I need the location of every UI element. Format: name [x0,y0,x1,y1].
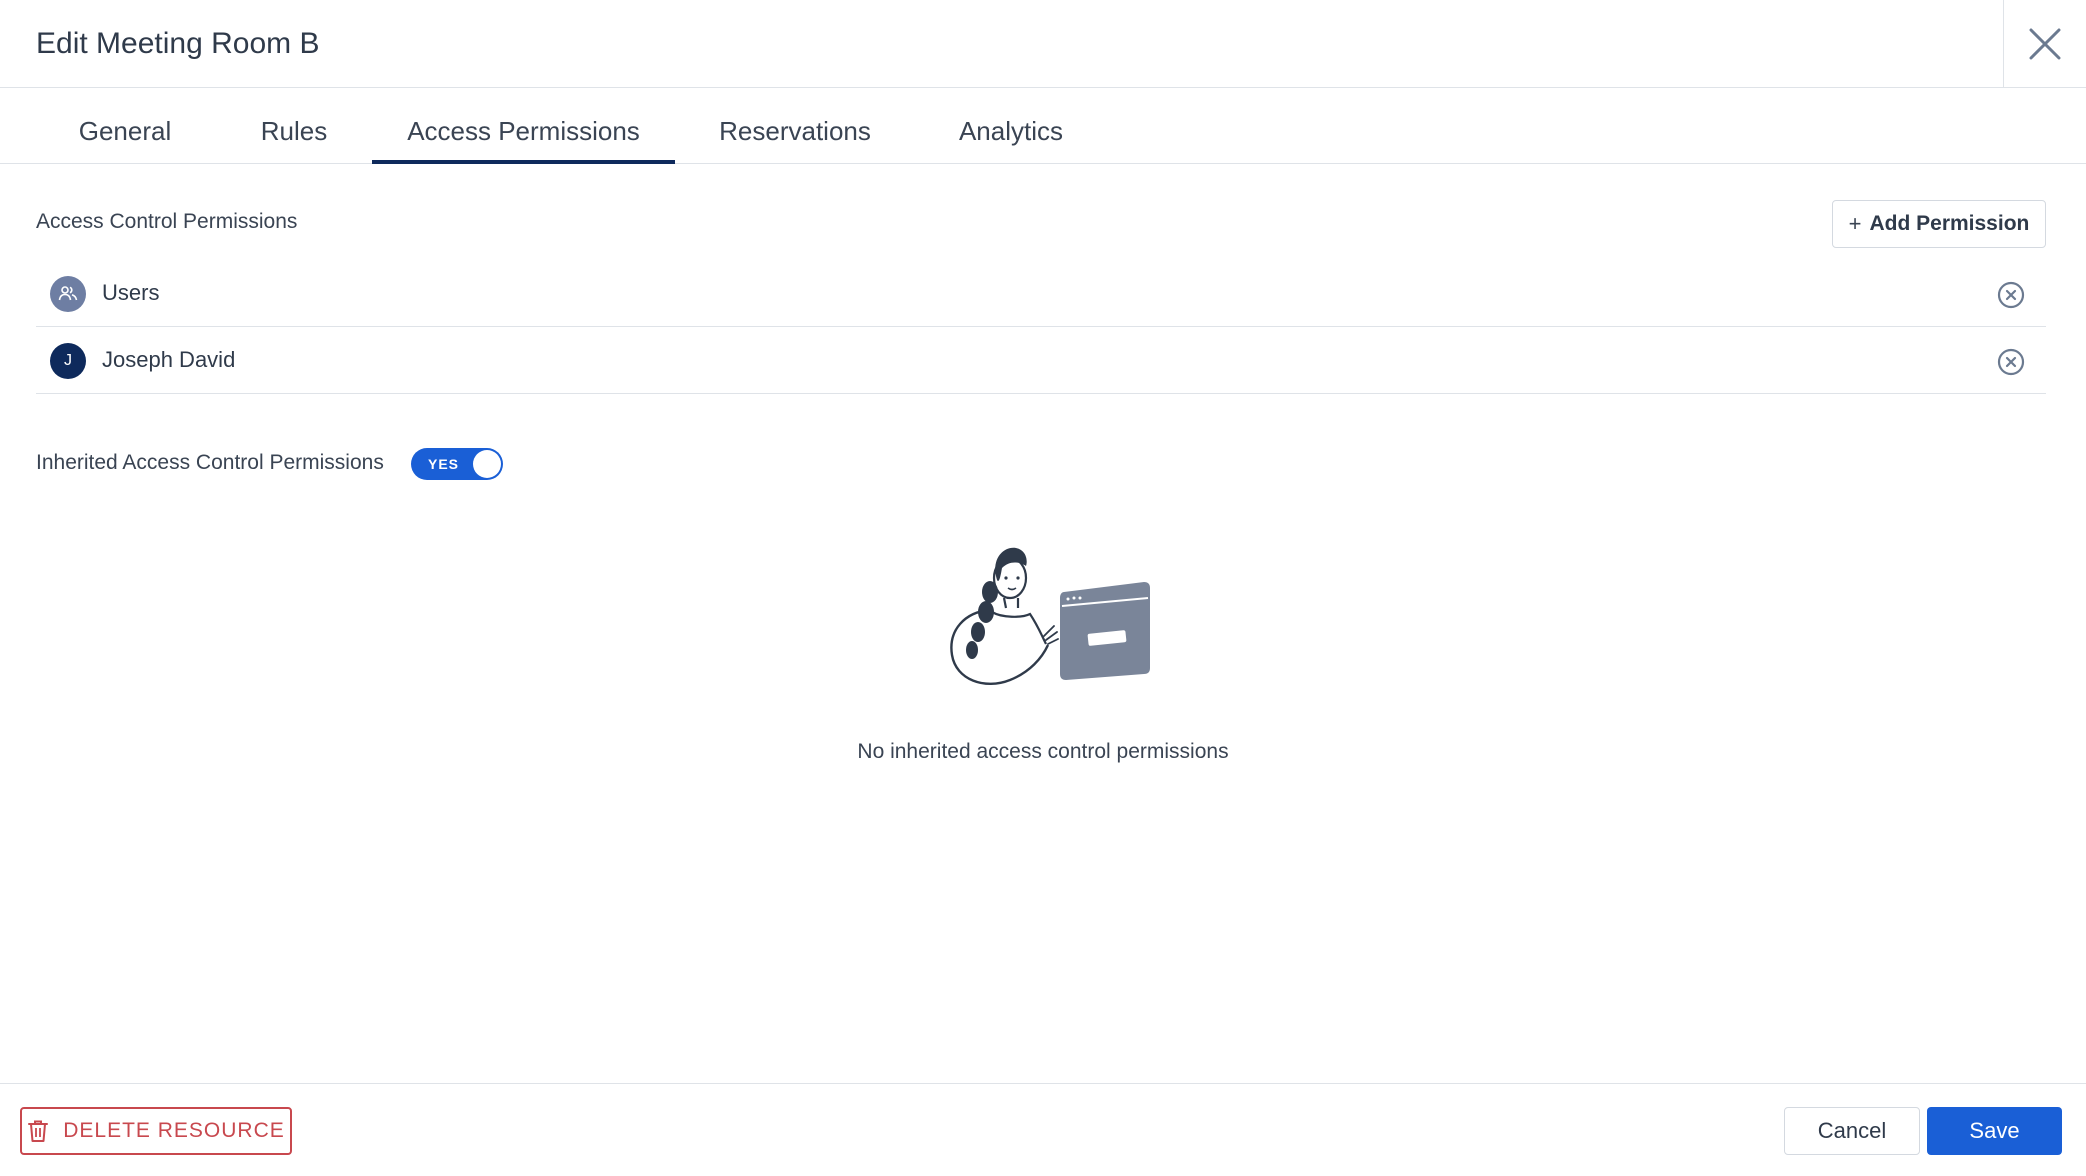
dialog-title: Edit Meeting Room B [36,27,320,60]
avatar: J [50,343,86,379]
trash-icon [28,1120,49,1142]
tab-reservations[interactable]: Reservations [712,88,878,164]
person-with-browser-illustration [950,547,1150,685]
add-permission-button[interactable]: + Add Permission [1832,200,2046,248]
permission-row-user: J Joseph David [36,327,2046,394]
plus-icon: + [1848,211,1862,236]
tab-bar: General Rules Access Permissions Reserva… [0,88,2086,164]
save-button[interactable]: Save [1927,1107,2062,1155]
access-control-section-title: Access Control Permissions [36,210,298,233]
tab-general[interactable]: General [60,88,190,164]
add-permission-label: Add Permission [1869,212,2030,235]
edit-resource-dialog: Edit Meeting Room B General Rules Access… [0,0,2086,1176]
permission-row-users: Users [36,260,2046,327]
dialog-footer: DELETE RESOURCE Cancel Save [0,1083,2086,1176]
remove-circle-icon[interactable] [1996,347,2026,377]
delete-resource-label: DELETE RESOURCE [63,1119,285,1142]
tab-access-permissions[interactable]: Access Permissions [372,88,675,164]
inherited-permissions-toggle[interactable]: YES [411,448,503,480]
permission-name: Joseph David [102,347,236,372]
permission-name: Users [102,280,160,305]
tab-analytics[interactable]: Analytics [948,88,1074,164]
delete-resource-button[interactable]: DELETE RESOURCE [20,1107,292,1155]
permission-list: Users J Joseph David [36,260,2046,394]
cancel-button[interactable]: Cancel [1784,1107,1920,1155]
group-icon [50,276,86,312]
inherited-permissions-label: Inherited Access Control Permissions [36,451,384,474]
tab-rules[interactable]: Rules [250,88,338,164]
close-icon [2029,28,2061,60]
remove-circle-icon[interactable] [1996,280,2026,310]
toggle-knob [473,450,501,478]
dialog-header: Edit Meeting Room B [0,0,2086,88]
empty-state-message: No inherited access control permissions [857,740,1229,763]
close-button[interactable] [2003,0,2086,88]
toggle-state-text: YES [428,456,460,472]
